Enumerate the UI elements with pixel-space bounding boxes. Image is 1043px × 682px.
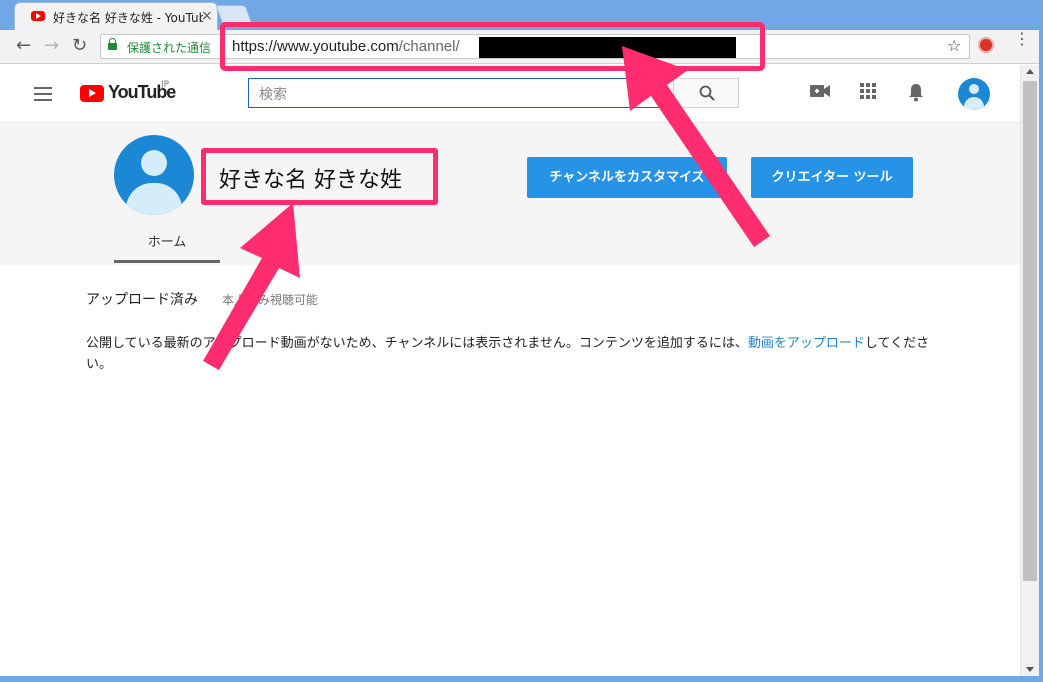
lock-icon — [108, 38, 117, 50]
tab-close-icon[interactable]: × — [201, 8, 213, 24]
back-arrow-icon[interactable]: ← — [16, 36, 31, 56]
youtube-favicon-icon — [31, 11, 45, 21]
reload-icon[interactable]: ↻ — [72, 36, 87, 56]
url-highlight-box — [220, 22, 765, 71]
scroll-down-icon[interactable] — [1026, 667, 1034, 672]
channel-name: 好きな名 好きな姓 — [219, 168, 402, 193]
extension-icon[interactable] — [978, 37, 994, 53]
customize-channel-button[interactable]: チャンネルをカスタマイズ — [527, 157, 727, 198]
tab-title: 好きな名 好きな姓 - YouTube — [53, 11, 203, 25]
page-scrollbar[interactable] — [1020, 65, 1039, 676]
scroll-up-icon[interactable] — [1026, 69, 1034, 74]
search-button[interactable] — [673, 78, 739, 108]
account-avatar-icon[interactable] — [958, 78, 990, 110]
search-placeholder: 検索 — [259, 87, 287, 103]
creator-tools-button[interactable]: クリエイター ツール — [751, 157, 913, 198]
youtube-header: YouTube JP 検索 — [0, 65, 1020, 123]
search-icon — [699, 85, 715, 101]
bell-icon[interactable] — [908, 83, 924, 102]
search-input[interactable]: 検索 — [248, 78, 674, 108]
window-border-bottom — [0, 676, 1043, 682]
empty-message-text: 公開している最新のアップロード動画がないため、チャンネルには表示されません。コン… — [86, 336, 748, 351]
upload-video-link[interactable]: 動画をアップロード — [748, 336, 865, 351]
section-title: アップロード済み — [86, 292, 198, 308]
hamburger-icon[interactable] — [34, 87, 52, 101]
apps-grid-icon[interactable] — [860, 83, 876, 99]
star-icon[interactable]: ☆ — [947, 36, 961, 55]
privacy-note: 本人のみ視聴可能 — [222, 293, 319, 307]
browser-tab[interactable]: 好きな名 好きな姓 - YouTube × — [14, 2, 218, 30]
channel-avatar[interactable] — [114, 135, 194, 215]
youtube-logo-icon[interactable] — [80, 85, 104, 102]
channel-content: アップロード済み 本人のみ視聴可能 公開している最新のアップロード動画がないため… — [0, 265, 1020, 682]
video-camera-icon[interactable] — [810, 83, 832, 99]
region-label: JP — [161, 80, 170, 90]
tab-home[interactable]: ホーム — [114, 227, 220, 263]
channel-header: 好きな名 好きな姓 チャンネルをカスタマイズ クリエイター ツール ホーム — [0, 123, 1020, 265]
browser-menu-icon[interactable]: ⋮ — [1014, 31, 1030, 47]
forward-arrow-icon[interactable]: → — [44, 36, 59, 56]
empty-uploads-message: 公開している最新のアップロード動画がないため、チャンネルには表示されません。コン… — [86, 333, 946, 375]
channel-name-highlight: 好きな名 好きな姓 — [201, 148, 438, 205]
scroll-thumb[interactable] — [1023, 81, 1037, 581]
window-border — [1039, 0, 1043, 682]
secure-connection-label: 保護された通信 — [127, 41, 212, 55]
